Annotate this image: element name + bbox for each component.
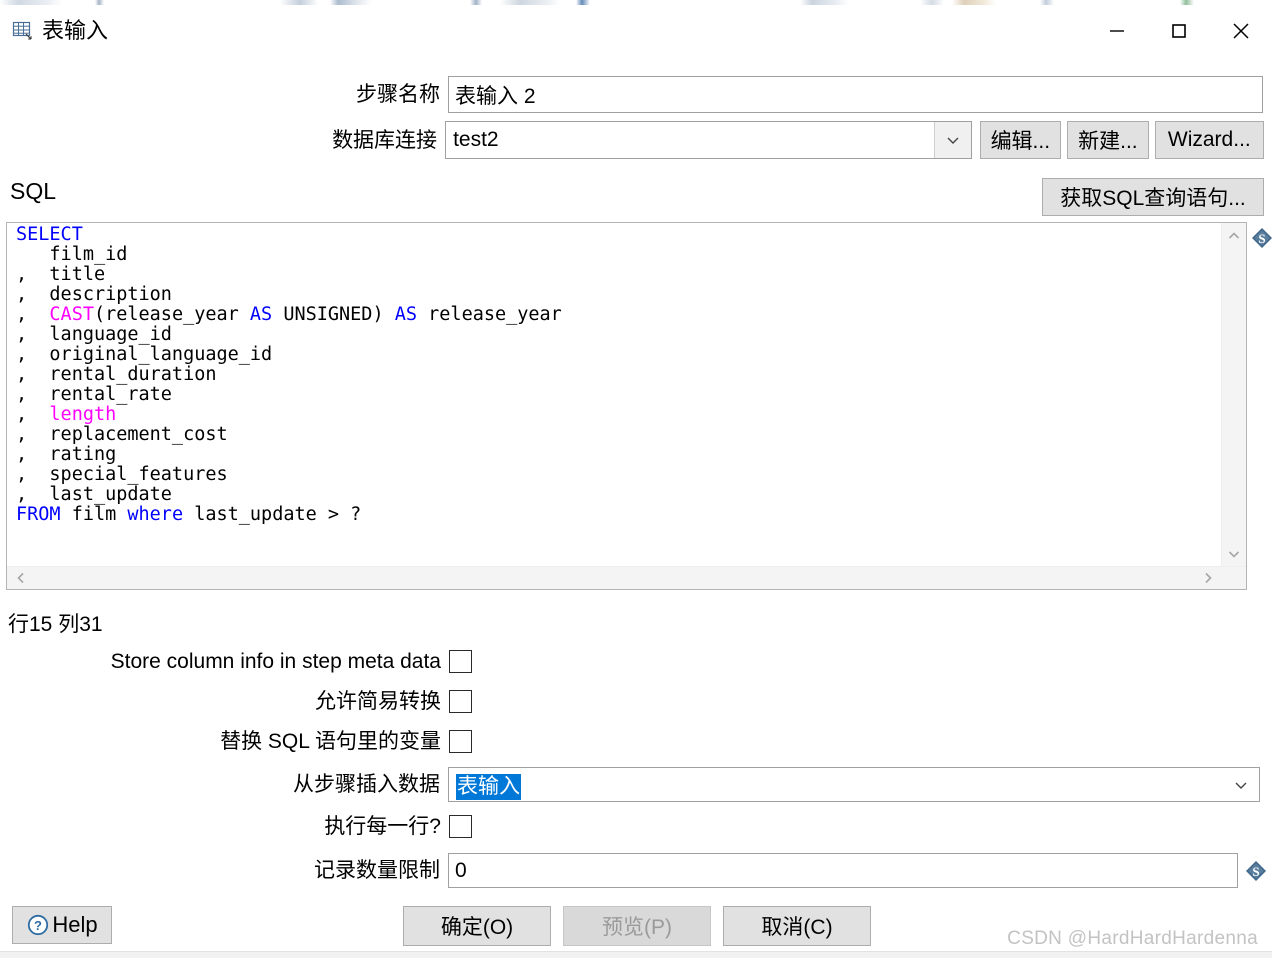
- preview-button[interactable]: 预览(P): [563, 906, 711, 946]
- scroll-right-icon[interactable]: [1196, 567, 1220, 589]
- watermark: CSDN @HardHardHardenna: [1007, 928, 1258, 949]
- sql-line: , CAST(release_year AS UNSIGNED) AS rele…: [16, 304, 562, 325]
- table-input-icon: [12, 20, 34, 42]
- limit-size-input[interactable]: [448, 853, 1238, 888]
- help-label: Help: [52, 912, 98, 937]
- question-mark-icon: ?: [26, 913, 50, 937]
- wizard-button[interactable]: Wizard...: [1154, 121, 1264, 159]
- minimize-button[interactable]: [1086, 8, 1148, 54]
- sql-horizontal-scrollbar[interactable]: [7, 566, 1246, 589]
- store-column-info-label: Store column info in step meta data: [110, 650, 441, 673]
- replace-variables-row: 替换 SQL 语句里的变量: [0, 730, 472, 753]
- allow-lazy-conversion-row: 允许简易转换: [0, 690, 472, 713]
- scroll-up-icon[interactable]: [1222, 225, 1246, 247]
- step-name-label: 步骤名称: [356, 83, 440, 106]
- limit-size-row: 记录数量限制 S: [0, 853, 1270, 888]
- sql-line: , rental_duration: [16, 364, 217, 385]
- sql-line: , length: [16, 404, 117, 425]
- background-window-strip: [0, 0, 1272, 5]
- scroll-down-icon[interactable]: [1222, 543, 1246, 565]
- step-name-input[interactable]: [448, 76, 1263, 113]
- window-controls: [1086, 5, 1272, 57]
- limit-size-label: 记录数量限制: [314, 859, 440, 882]
- cursor-position-status: 行15 列31: [8, 613, 103, 636]
- insert-data-from-step-row: 从步骤插入数据 表输入: [0, 767, 1264, 802]
- sql-line: , rating: [16, 444, 117, 465]
- ok-button[interactable]: 确定(O): [403, 906, 551, 946]
- get-sql-statement-button[interactable]: 获取SQL查询语句...: [1042, 178, 1264, 216]
- new-connection-button[interactable]: 新建...: [1067, 121, 1149, 159]
- replace-variables-label: 替换 SQL 语句里的变量: [220, 730, 441, 753]
- window-title: 表输入: [42, 18, 109, 43]
- step-name-row: 步骤名称: [0, 76, 1264, 113]
- execute-each-row-label: 执行每一行?: [324, 815, 441, 838]
- db-connection-value: test2: [453, 128, 499, 151]
- chevron-down-icon[interactable]: [933, 122, 971, 158]
- db-connection-row: 数据库连接 test2 编辑... 新建... Wizard...: [0, 121, 1264, 159]
- scroll-left-icon[interactable]: [9, 567, 33, 589]
- close-button[interactable]: [1210, 8, 1272, 54]
- allow-lazy-conversion-label: 允许简易转换: [315, 690, 441, 713]
- maximize-button[interactable]: [1148, 8, 1210, 54]
- svg-text:?: ?: [34, 918, 42, 933]
- insert-data-from-step-combo[interactable]: 表输入: [448, 767, 1260, 802]
- sql-line: film_id: [16, 244, 128, 265]
- sql-line: , language_id: [16, 324, 172, 345]
- sql-editor[interactable]: SELECT film_id, title, description, CAST…: [6, 222, 1247, 590]
- title-bar: 表输入: [0, 5, 1272, 57]
- svg-text:S: S: [1258, 231, 1265, 246]
- sql-line: , description: [16, 284, 172, 305]
- sql-line: , title: [16, 264, 106, 285]
- store-column-info-row: Store column info in step meta data: [0, 650, 472, 673]
- insert-data-from-step-label: 从步骤插入数据: [293, 773, 440, 796]
- title-bar-left: 表输入: [0, 20, 108, 42]
- allow-lazy-conversion-checkbox[interactable]: [449, 690, 472, 713]
- sql-dollar-variable-icon[interactable]: S: [1251, 227, 1272, 249]
- edit-connection-button[interactable]: 编辑...: [979, 121, 1062, 159]
- svg-text:S: S: [1252, 864, 1259, 879]
- sql-line: , replacement_cost: [16, 424, 228, 445]
- sql-section-label: SQL: [10, 178, 57, 204]
- sql-line: SELECT: [16, 224, 83, 245]
- execute-each-row-row: 执行每一行?: [0, 815, 472, 838]
- insert-data-from-step-value: 表输入: [456, 773, 521, 800]
- window-bottom-edge: [0, 951, 1272, 958]
- sql-line: , original_language_id: [16, 344, 273, 365]
- execute-each-row-checkbox[interactable]: [449, 815, 472, 838]
- chevron-down-icon[interactable]: [1223, 768, 1259, 801]
- sql-line: , rental_rate: [16, 384, 172, 405]
- limit-size-dollar-variable-icon[interactable]: S: [1245, 860, 1267, 882]
- db-connection-combo[interactable]: test2: [445, 121, 972, 159]
- cancel-button[interactable]: 取消(C): [723, 906, 871, 946]
- store-column-info-checkbox[interactable]: [449, 650, 472, 673]
- db-connection-label: 数据库连接: [332, 128, 438, 152]
- sql-vertical-scrollbar[interactable]: [1221, 223, 1246, 567]
- help-button[interactable]: ? Help: [12, 906, 112, 944]
- sql-text-content[interactable]: SELECT film_id, title, description, CAST…: [7, 225, 1216, 525]
- sql-line: FROM film where last_update > ?: [16, 504, 362, 525]
- replace-variables-checkbox[interactable]: [449, 730, 472, 753]
- sql-line: , special_features: [16, 464, 228, 485]
- sql-line: , last_update: [16, 484, 172, 505]
